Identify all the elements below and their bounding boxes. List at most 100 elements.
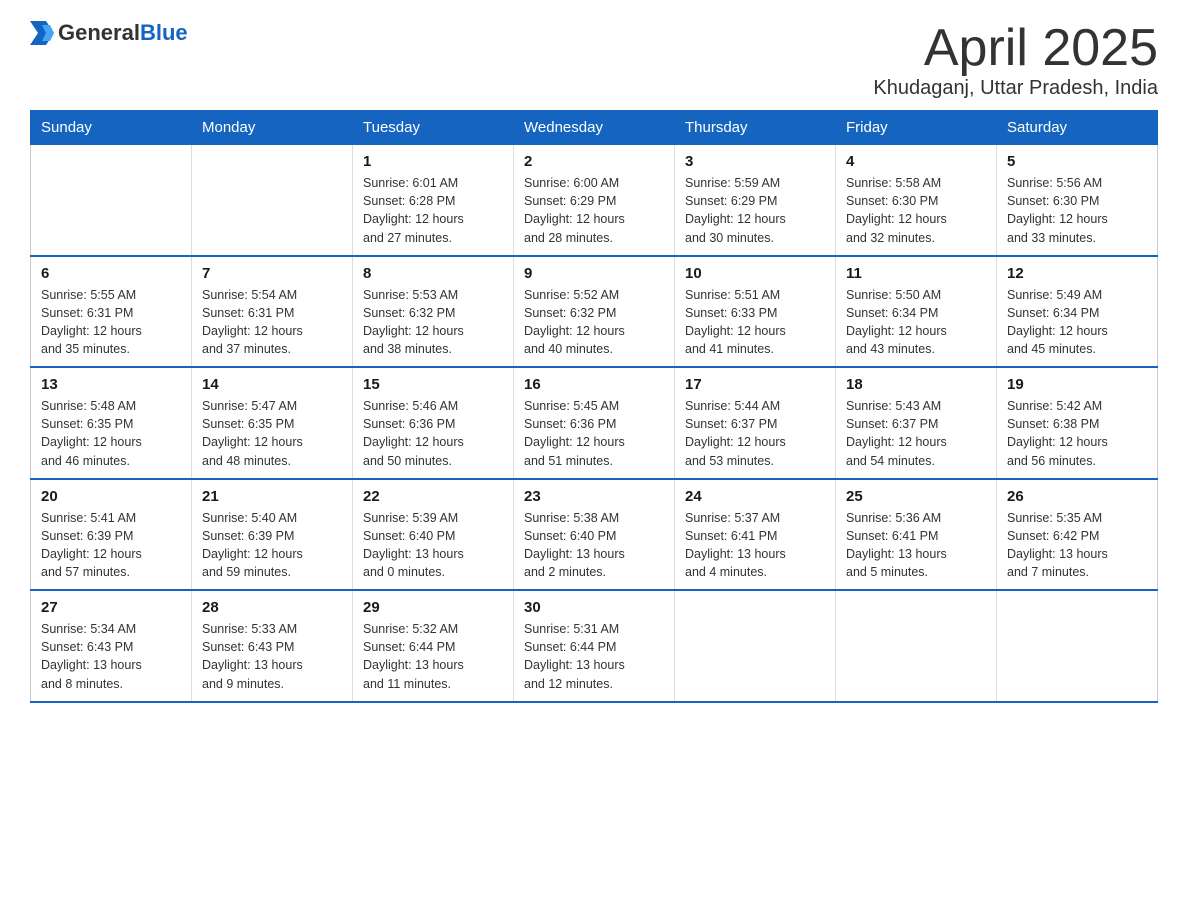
day-info: Sunrise: 5:43 AM Sunset: 6:37 PM Dayligh… (846, 397, 986, 470)
day-number: 30 (524, 599, 664, 616)
logo: GeneralBlue (30, 20, 188, 46)
day-number: 4 (846, 153, 986, 170)
logo-icon (30, 21, 54, 45)
day-number: 28 (202, 599, 342, 616)
calendar-cell: 6 Sunrise: 5:55 AM Sunset: 6:31 PM Daylig… (31, 256, 192, 368)
calendar-week-row: 13Sunrise: 5:48 AM Sunset: 6:35 PM Dayli… (31, 367, 1158, 479)
calendar-cell: 30 Sunrise: 5:31 AM Sunset: 6:44 PM Dayli… (514, 590, 675, 702)
day-info: Sunrise: 5:33 AM Sunset: 6:43 PM Dayligh… (202, 620, 342, 693)
day-info: Sunrise: 5:47 AM Sunset: 6:35 PM Dayligh… (202, 397, 342, 470)
weekday-header: Thursday (675, 111, 836, 145)
day-info: Sunrise: 5:39 AM Sunset: 6:40 PM Dayligh… (363, 509, 503, 582)
day-info: Sunrise: 5:52 AM Sunset: 6:32 PM Dayligh… (524, 286, 664, 359)
month-title: April 2025 (873, 20, 1158, 77)
calendar-cell (836, 590, 997, 702)
day-number: 12 (1007, 265, 1147, 282)
day-info: Sunrise: 5:40 AM Sunset: 6:39 PM Dayligh… (202, 509, 342, 582)
calendar-cell: 27 Sunrise: 5:34 AM Sunset: 6:43 PM Dayli… (31, 590, 192, 702)
calendar-cell: 12 Sunrise: 5:49 AM Sunset: 6:34 PM Dayli… (997, 256, 1158, 368)
day-number: 7 (202, 265, 342, 282)
day-number: 18 (846, 376, 986, 393)
weekday-header: Friday (836, 111, 997, 145)
calendar-cell: 4 Sunrise: 5:58 AM Sunset: 6:30 PM Daylig… (836, 145, 997, 256)
day-number: 8 (363, 265, 503, 282)
calendar-week-row: 6 Sunrise: 5:55 AM Sunset: 6:31 PM Daylig… (31, 256, 1158, 368)
day-info: Sunrise: 5:56 AM Sunset: 6:30 PM Dayligh… (1007, 174, 1147, 247)
calendar-cell: 14 Sunrise: 5:47 AM Sunset: 6:35 PM Dayli… (192, 367, 353, 479)
location: Khudaganj, Uttar Pradesh, India (873, 77, 1158, 100)
day-info: Sunrise: 5:32 AM Sunset: 6:44 PM Dayligh… (363, 620, 503, 693)
calendar-cell: 22 Sunrise: 5:39 AM Sunset: 6:40 PM Dayli… (353, 479, 514, 591)
day-info: Sunrise: 5:34 AM Sunset: 6:43 PM Dayligh… (41, 620, 181, 693)
calendar-cell: 9 Sunrise: 5:52 AM Sunset: 6:32 PM Daylig… (514, 256, 675, 368)
day-info: Sunrise: 5:55 AM Sunset: 6:31 PM Dayligh… (41, 286, 181, 359)
calendar-cell: 20 Sunrise: 5:41 AM Sunset: 6:39 PM Dayli… (31, 479, 192, 591)
calendar-cell: 15Sunrise: 5:46 AM Sunset: 6:36 PM Dayli… (353, 367, 514, 479)
logo-text-general: General (58, 20, 140, 45)
day-number: 25 (846, 488, 986, 505)
weekday-header: Tuesday (353, 111, 514, 145)
day-info: Sunrise: 5:44 AM Sunset: 6:37 PM Dayligh… (685, 397, 825, 470)
calendar-cell: 13Sunrise: 5:48 AM Sunset: 6:35 PM Dayli… (31, 367, 192, 479)
calendar-cell: 8 Sunrise: 5:53 AM Sunset: 6:32 PM Daylig… (353, 256, 514, 368)
calendar-cell: 11 Sunrise: 5:50 AM Sunset: 6:34 PM Dayli… (836, 256, 997, 368)
day-info: Sunrise: 5:38 AM Sunset: 6:40 PM Dayligh… (524, 509, 664, 582)
day-info: Sunrise: 5:58 AM Sunset: 6:30 PM Dayligh… (846, 174, 986, 247)
day-number: 5 (1007, 153, 1147, 170)
day-number: 27 (41, 599, 181, 616)
calendar-cell: 17Sunrise: 5:44 AM Sunset: 6:37 PM Dayli… (675, 367, 836, 479)
day-info: Sunrise: 5:49 AM Sunset: 6:34 PM Dayligh… (1007, 286, 1147, 359)
day-number: 9 (524, 265, 664, 282)
day-info: Sunrise: 5:45 AM Sunset: 6:36 PM Dayligh… (524, 397, 664, 470)
day-number: 11 (846, 265, 986, 282)
day-info: Sunrise: 5:35 AM Sunset: 6:42 PM Dayligh… (1007, 509, 1147, 582)
day-number: 23 (524, 488, 664, 505)
calendar-cell (997, 590, 1158, 702)
calendar-cell: 16 Sunrise: 5:45 AM Sunset: 6:36 PM Dayli… (514, 367, 675, 479)
day-info: Sunrise: 5:37 AM Sunset: 6:41 PM Dayligh… (685, 509, 825, 582)
weekday-header: Monday (192, 111, 353, 145)
calendar-cell: 24 Sunrise: 5:37 AM Sunset: 6:41 PM Dayli… (675, 479, 836, 591)
day-number: 6 (41, 265, 181, 282)
day-number: 14 (202, 376, 342, 393)
day-number: 21 (202, 488, 342, 505)
day-number: 22 (363, 488, 503, 505)
day-number: 19 (1007, 376, 1147, 393)
day-info: Sunrise: 5:36 AM Sunset: 6:41 PM Dayligh… (846, 509, 986, 582)
calendar-cell: 25 Sunrise: 5:36 AM Sunset: 6:41 PM Dayli… (836, 479, 997, 591)
calendar-cell: 28 Sunrise: 5:33 AM Sunset: 6:43 PM Dayli… (192, 590, 353, 702)
calendar-cell: 18 Sunrise: 5:43 AM Sunset: 6:37 PM Dayli… (836, 367, 997, 479)
day-number: 29 (363, 599, 503, 616)
day-info: Sunrise: 6:00 AM Sunset: 6:29 PM Dayligh… (524, 174, 664, 247)
calendar-cell (192, 145, 353, 256)
calendar-cell (675, 590, 836, 702)
calendar-cell: 26 Sunrise: 5:35 AM Sunset: 6:42 PM Dayli… (997, 479, 1158, 591)
day-info: Sunrise: 5:54 AM Sunset: 6:31 PM Dayligh… (202, 286, 342, 359)
day-number: 16 (524, 376, 664, 393)
calendar-cell: 23 Sunrise: 5:38 AM Sunset: 6:40 PM Dayli… (514, 479, 675, 591)
calendar-cell: 5 Sunrise: 5:56 AM Sunset: 6:30 PM Daylig… (997, 145, 1158, 256)
calendar-cell: 2Sunrise: 6:00 AM Sunset: 6:29 PM Daylig… (514, 145, 675, 256)
calendar: SundayMondayTuesdayWednesdayThursdayFrid… (30, 110, 1158, 703)
calendar-cell: 19Sunrise: 5:42 AM Sunset: 6:38 PM Dayli… (997, 367, 1158, 479)
day-number: 3 (685, 153, 825, 170)
day-number: 26 (1007, 488, 1147, 505)
day-info: Sunrise: 5:59 AM Sunset: 6:29 PM Dayligh… (685, 174, 825, 247)
weekday-header: Sunday (31, 111, 192, 145)
day-info: Sunrise: 5:53 AM Sunset: 6:32 PM Dayligh… (363, 286, 503, 359)
day-info: Sunrise: 5:41 AM Sunset: 6:39 PM Dayligh… (41, 509, 181, 582)
day-number: 20 (41, 488, 181, 505)
calendar-cell: 7 Sunrise: 5:54 AM Sunset: 6:31 PM Daylig… (192, 256, 353, 368)
day-number: 15 (363, 376, 503, 393)
day-info: Sunrise: 5:50 AM Sunset: 6:34 PM Dayligh… (846, 286, 986, 359)
calendar-cell: 29 Sunrise: 5:32 AM Sunset: 6:44 PM Dayli… (353, 590, 514, 702)
day-number: 24 (685, 488, 825, 505)
title-section: April 2025 Khudaganj, Uttar Pradesh, Ind… (873, 20, 1158, 100)
day-info: Sunrise: 5:31 AM Sunset: 6:44 PM Dayligh… (524, 620, 664, 693)
calendar-cell: 21 Sunrise: 5:40 AM Sunset: 6:39 PM Dayli… (192, 479, 353, 591)
day-number: 1 (363, 153, 503, 170)
weekday-header: Saturday (997, 111, 1158, 145)
calendar-week-row: 27 Sunrise: 5:34 AM Sunset: 6:43 PM Dayli… (31, 590, 1158, 702)
calendar-week-row: 1Sunrise: 6:01 AM Sunset: 6:28 PM Daylig… (31, 145, 1158, 256)
page-header: GeneralBlue April 2025 Khudaganj, Uttar … (30, 20, 1158, 100)
